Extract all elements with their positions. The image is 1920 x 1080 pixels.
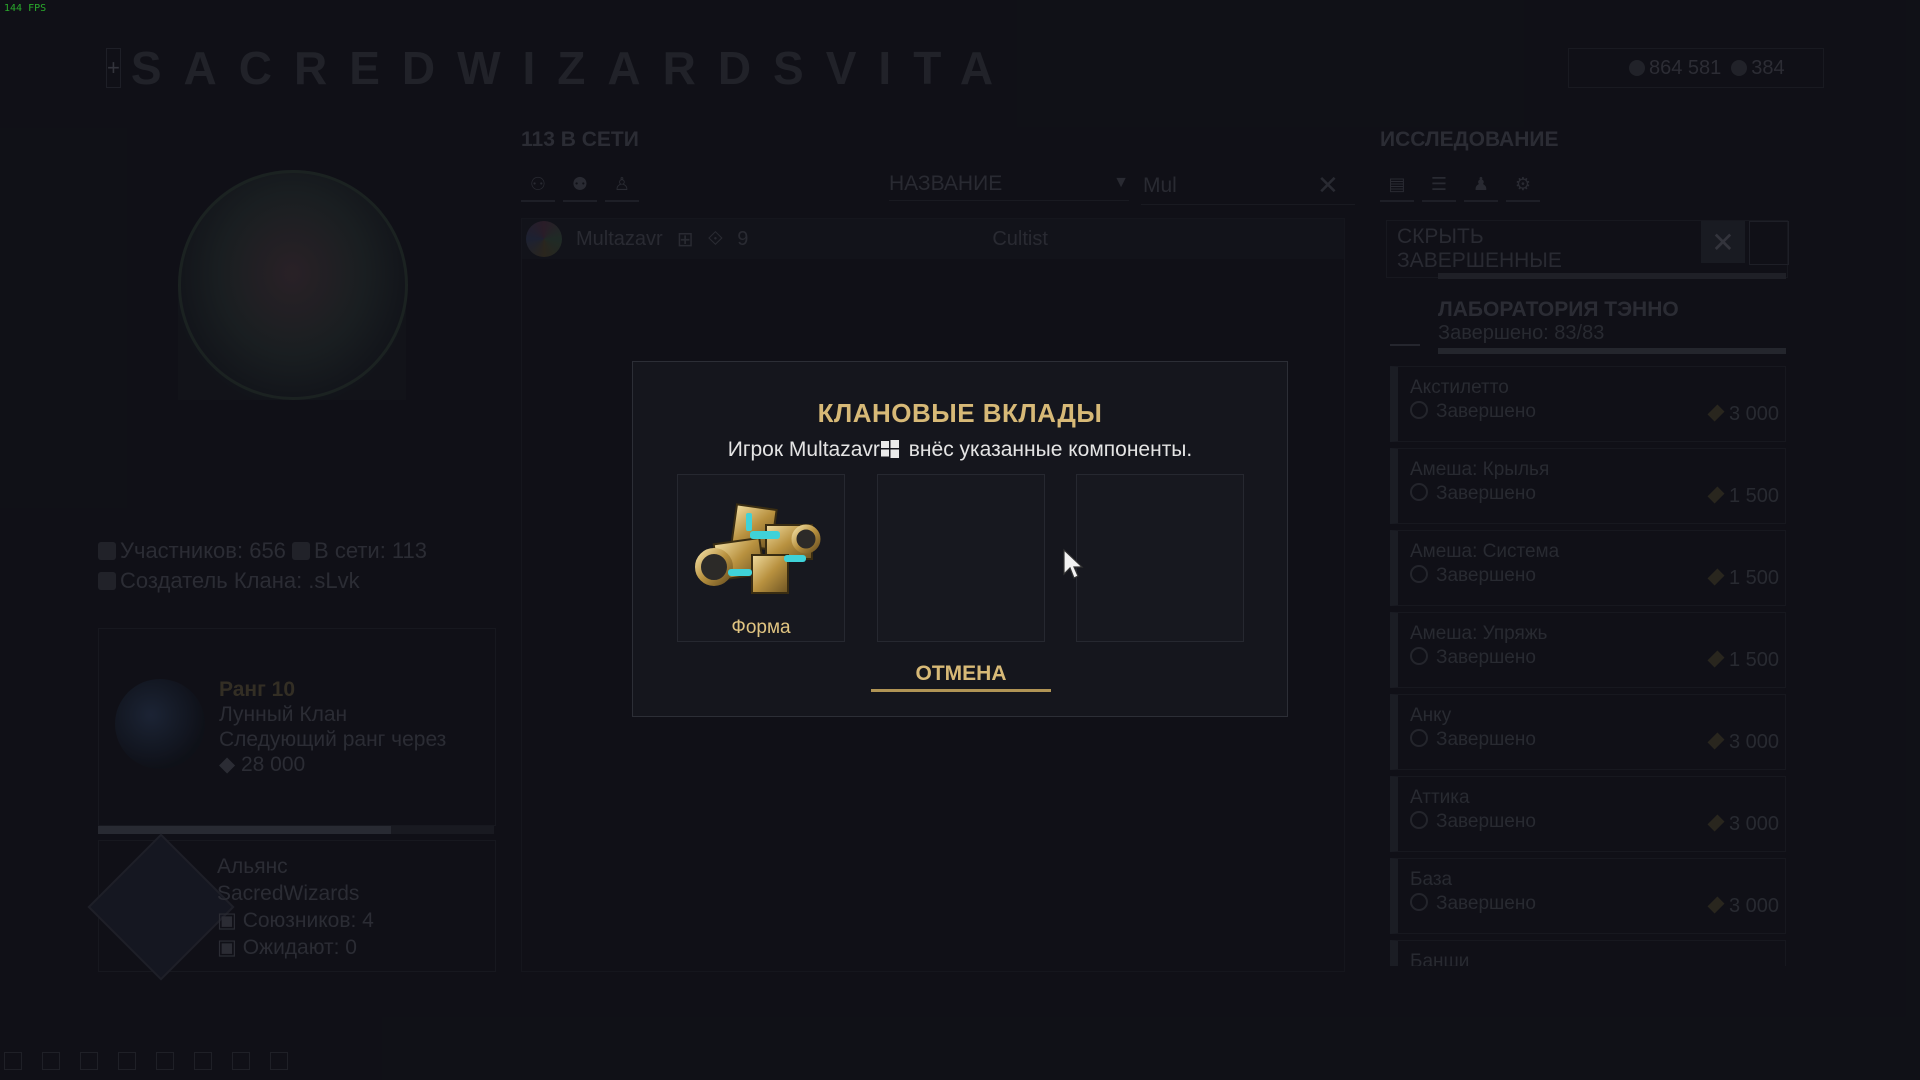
clan-contributions-dialog: КЛАНОВЫЕ ВКЛАДЫ Игрок Multazavr внёс ука… [632,361,1288,717]
windows-platform-icon [880,440,899,458]
dialog-title: КЛАНОВЫЕ ВКЛАДЫ [817,398,1103,428]
empty-contribution-slot[interactable] [877,474,1045,642]
forma-icon [695,503,821,594]
contribution-slot[interactable]: Форма [677,474,845,642]
cancel-button[interactable]: ОТМЕНА [871,658,1051,692]
mouse-cursor-icon [1063,548,1084,579]
slot-label: Форма [731,617,791,638]
dialog-message: Игрок Multazavr внёс указанные компонент… [633,438,1287,462]
message-player: Игрок Multazavr [727,438,880,461]
message-text: внёс указанные компоненты. [902,438,1193,461]
empty-contribution-slot[interactable] [1076,474,1244,642]
